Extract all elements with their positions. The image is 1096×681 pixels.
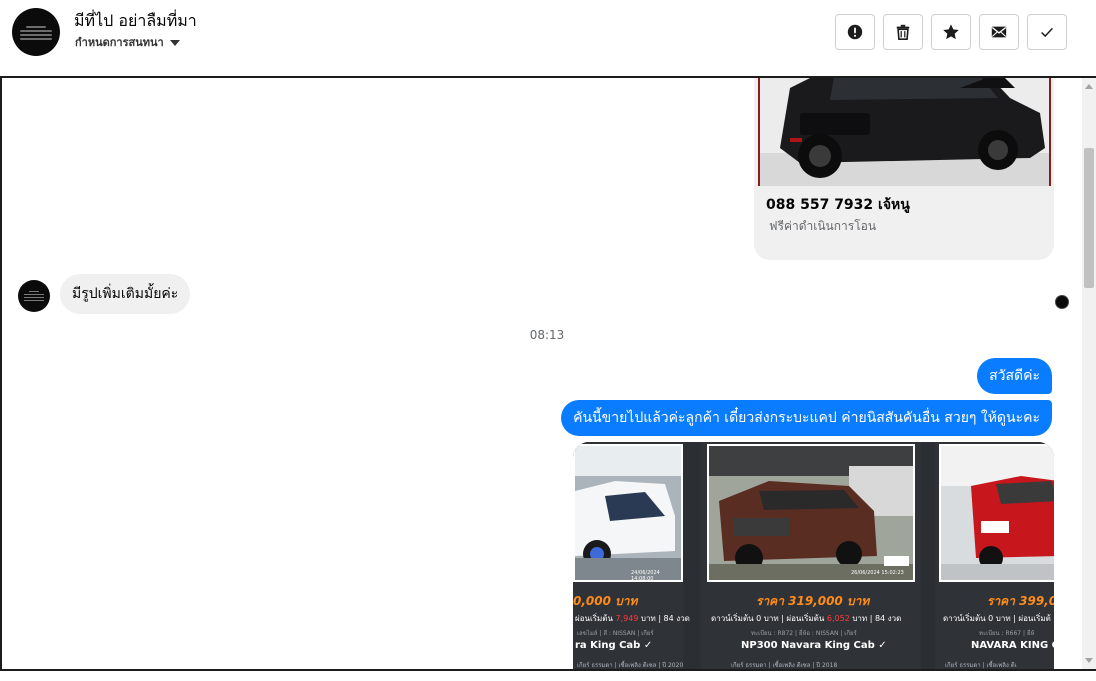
thread-scrollbar[interactable] xyxy=(1082,78,1096,669)
message-thread[interactable]: 088 557 7932 เจ้หนู ฟรีค่าดำเนินการโอน ม… xyxy=(0,76,1096,671)
conversation-toolbar xyxy=(835,14,1067,50)
listing-meta: เกียร์ ธรรมดา | เชื้อเพลิง ดีเซล | ปี 20… xyxy=(731,662,838,669)
scroll-down-arrow-icon[interactable] xyxy=(1085,658,1093,663)
red-pickup-truck-image xyxy=(941,446,1054,580)
terms-text: ดาวน์เริ่มต้น 0 บาท | ผ่อนเริ่มต้ xyxy=(943,614,1051,623)
terms-text: ผ่อนเริ่มต้น xyxy=(575,614,616,623)
listing-item: 24/06/2024 14:08:00 0,000 บาท ผ่อนเริ่มต… xyxy=(573,442,690,669)
terms-text: บาท | 84 งวด xyxy=(638,614,690,623)
white-pickup-truck-image xyxy=(575,446,681,580)
read-receipt-avatar xyxy=(1055,295,1069,309)
shared-listings-image[interactable]: 24/06/2024 14:08:00 0,000 บาท ผ่อนเริ่มต… xyxy=(573,442,1054,669)
listing-spec: ทะเบียน : R667 | ยี่ห้ xyxy=(979,630,1035,637)
listing-contact-phone: 088 557 7932 เจ้หนู xyxy=(766,197,910,213)
white-pickup-photo xyxy=(573,444,683,582)
listing-spec: ทะเบียน : R872 | ยี่ห้อ : NISSAN | เกียร… xyxy=(751,630,857,637)
listing-price: 0,000 บาท xyxy=(573,594,638,608)
photo-timestamp: 24/06/2024 14:08:00 xyxy=(631,570,660,582)
listing-spec: เลขไมล์ | สี : NISSAN | เกียร์ xyxy=(577,630,654,637)
sender-avatar[interactable] xyxy=(18,280,50,312)
conversation-header: มีที่ไป อย่าลืมที่มา กำหนดการสนทนา xyxy=(0,0,1096,76)
scroll-up-arrow-icon[interactable] xyxy=(1085,84,1093,89)
monthly-payment: 7,949 xyxy=(615,614,639,623)
listing-terms: ดาวน์เริ่มต้น 0 บาท | ผ่อนเริ่มต้ xyxy=(943,612,1051,625)
listing-terms: ผ่อนเริ่มต้น 7,949 บาท | 84 งวด xyxy=(575,612,690,625)
report-button[interactable] xyxy=(835,14,875,50)
listing-meta: เกียร์ ธรรมดา | เชื้อเพลิง ดีเซล | ปี 20… xyxy=(577,662,684,669)
exclamation-circle-icon xyxy=(847,24,863,40)
scrollbar-thumb[interactable] xyxy=(1084,148,1094,288)
brown-pickup-photo xyxy=(707,444,915,582)
star-button[interactable] xyxy=(931,14,971,50)
mail-button[interactable] xyxy=(979,14,1019,50)
contact-avatar[interactable] xyxy=(12,8,60,56)
incoming-message[interactable]: มีรูปเพิ่มเติมมั้ยค่ะ xyxy=(60,274,191,314)
outgoing-message[interactable]: คันนี้ขายไปแล้วค่ะลูกค้า เดี๋ยวส่งกระบะแ… xyxy=(561,400,1052,436)
listing-price: ราคา 399,0 xyxy=(987,594,1054,608)
terms-text: ดาวน์เริ่มต้น 0 บาท | ผ่อนเริ่มต้น xyxy=(711,614,827,623)
conversation-settings-dropdown[interactable]: กำหนดการสนทนา xyxy=(75,33,180,51)
trash-icon xyxy=(896,24,910,41)
star-icon xyxy=(943,24,959,40)
photo-timestamp: 26/06/2024 15:02:23 xyxy=(851,570,904,576)
delete-button[interactable] xyxy=(883,14,923,50)
listing-model: NP300 Navara King Cab ✓ xyxy=(741,640,887,651)
message-timestamp: 08:13 xyxy=(529,328,565,342)
terms-text: บาท | 84 งวด xyxy=(849,614,902,623)
listing-item: ราคา 399,0 ดาวน์เริ่มต้น 0 บาท | ผ่อนเริ… xyxy=(935,442,1054,669)
conversation-settings-label: กำหนดการสนทนา xyxy=(75,36,164,49)
listing-model: NAVARA KING C xyxy=(971,640,1054,651)
listing-item: 26/06/2024 15:02:23 ราคา 319,000 บาท ดาว… xyxy=(701,442,921,669)
listing-meta: เกียร์ ธรรมดา | เชื้อเพลิง ดีเ xyxy=(945,662,1017,669)
black-pickup-truck-image xyxy=(760,78,1049,186)
listing-model: ra King Cab ✓ xyxy=(575,640,653,651)
red-pickup-photo xyxy=(939,444,1054,582)
envelope-icon xyxy=(991,26,1007,38)
checkmark-icon xyxy=(1041,27,1053,38)
listing-note: ฟรีค่าดำเนินการโอน xyxy=(769,219,877,233)
shared-listing-card[interactable]: 088 557 7932 เจ้หนู ฟรีค่าดำเนินการโอน xyxy=(754,78,1054,260)
done-button[interactable] xyxy=(1027,14,1067,50)
listing-terms: ดาวน์เริ่มต้น 0 บาท | ผ่อนเริ่มต้น 6,052… xyxy=(711,612,901,625)
caret-down-icon xyxy=(169,39,180,46)
outgoing-message[interactable]: สวัสดีค่ะ xyxy=(977,358,1052,394)
brown-pickup-truck-image xyxy=(709,446,913,580)
truck-photo[interactable] xyxy=(758,78,1051,186)
listing-price: ราคา 319,000 บาท xyxy=(756,594,870,608)
contact-name[interactable]: มีที่ไป อย่าลืมที่มา xyxy=(74,9,197,34)
monthly-payment: 6,052 xyxy=(826,614,850,623)
